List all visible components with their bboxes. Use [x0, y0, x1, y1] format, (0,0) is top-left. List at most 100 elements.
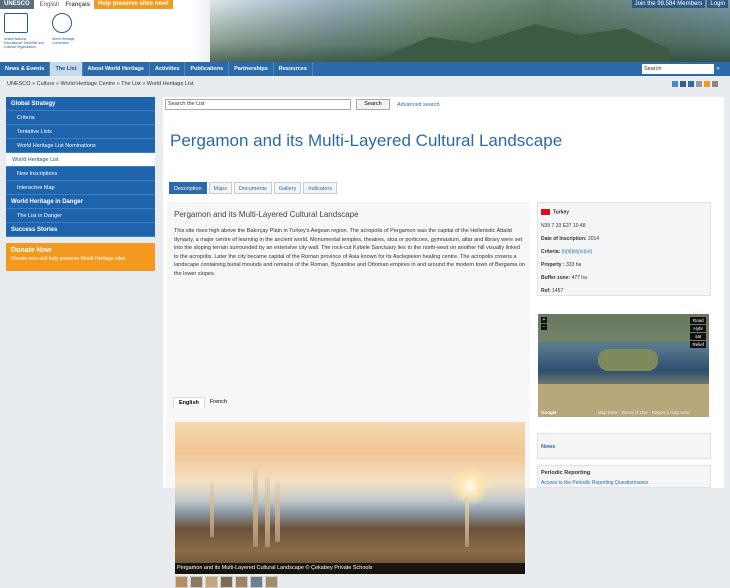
tab-maps[interactable]: Maps: [208, 182, 232, 194]
thumbnail[interactable]: [250, 576, 263, 588]
site-search-button[interactable]: »: [714, 64, 722, 74]
periodic-reporting-box: Periodic Reporting Access to the Periodi…: [537, 465, 711, 488]
main-navigation: News & Events The List About World Herit…: [0, 62, 730, 76]
location-map[interactable]: + − Road Hybr sat Relief Google Map Data…: [538, 314, 709, 417]
search-list-input[interactable]: Search the List: [165, 99, 351, 110]
page-title: Pergamon and its Multi-Layered Cultural …: [170, 131, 563, 150]
sidebar-item-list-in-danger[interactable]: The List in Danger: [6, 209, 155, 223]
logo-text-whc: World Heritage Convention: [52, 37, 75, 45]
description-title: Pergamon and its Multi-Layered Cultural …: [174, 210, 359, 219]
language-tabs: English French: [173, 397, 232, 408]
donate-title: Donate Now: [11, 247, 52, 254]
zoom-out-icon[interactable]: −: [541, 324, 547, 330]
breadcrumb[interactable]: UNESCO » Culture » World Heritage Centre…: [7, 81, 193, 87]
twitter-icon[interactable]: [672, 81, 678, 87]
donate-box[interactable]: Donate Now Donate now and help preserve …: [6, 243, 155, 271]
map-report-link[interactable]: Report a map error: [652, 410, 690, 415]
date-value: 2014: [587, 236, 600, 242]
sidebar-item-interactive-map[interactable]: Interactive Map: [6, 181, 155, 195]
language-english[interactable]: English: [40, 2, 60, 8]
sidebar-item-nominations[interactable]: World Heritage List Nominations: [6, 139, 155, 153]
sidebar-section-in-danger[interactable]: World Heritage in Danger: [6, 195, 155, 209]
thumbnail[interactable]: [220, 576, 233, 588]
map-footer: Google Map Data · Terms of Use · Report …: [541, 410, 690, 415]
nav-about[interactable]: About World Heritage: [83, 62, 150, 76]
top-utility-bar: UNESCO English Français Help preserve si…: [0, 0, 173, 9]
periodic-reporting-link[interactable]: Access to the Periodic Reporting Questio…: [541, 480, 707, 486]
site-search-input[interactable]: Search »: [642, 64, 722, 74]
unesco-dropdown[interactable]: UNESCO: [0, 0, 34, 9]
site-photo[interactable]: Pergamon and its Multi-Layered Cultural …: [175, 422, 525, 574]
map-land: [598, 349, 658, 371]
thumbnail[interactable]: [265, 576, 278, 588]
sidebar-section-global-strategy[interactable]: Global Strategy: [6, 97, 155, 111]
description-panel: Pergamon and its Multi-Layered Cultural …: [167, 202, 530, 588]
buffer-label: Buffer zone:: [541, 275, 571, 281]
thumbnail[interactable]: [190, 576, 203, 588]
search-list-button[interactable]: Search: [356, 99, 390, 110]
map-type-hybrid[interactable]: Hybr: [690, 325, 706, 332]
lang-tab-french[interactable]: French: [205, 397, 232, 408]
thumbnail[interactable]: [175, 576, 188, 588]
language-french[interactable]: Français: [65, 2, 90, 8]
sidebar-item-tentative-lists[interactable]: Tentative Lists: [6, 125, 155, 139]
join-link[interactable]: Join the 98,584 Members: [631, 0, 706, 8]
facebook-icon[interactable]: [680, 81, 686, 87]
nav-the-list[interactable]: The List: [50, 62, 83, 76]
nav-publications[interactable]: Publications: [185, 62, 230, 76]
linkedin-icon[interactable]: [688, 81, 694, 87]
nav-activities[interactable]: Activities: [150, 62, 186, 76]
map-type-controls: Road Hybr sat Relief: [690, 317, 706, 348]
email-icon[interactable]: [696, 81, 702, 87]
logo-text-unesco: United Nations Educational, Scientific a…: [4, 37, 44, 49]
tab-indicators[interactable]: Indicators: [303, 182, 338, 194]
photo-column: [210, 482, 214, 537]
advanced-search-link[interactable]: Advanced search: [397, 102, 440, 108]
site-search-placeholder: Search: [644, 66, 662, 72]
tab-description[interactable]: Description: [169, 182, 207, 194]
nav-resources[interactable]: Resources: [274, 62, 313, 76]
tab-gallery[interactable]: Gallery: [273, 182, 302, 194]
help-preserve-button[interactable]: Help preserve sites now!: [94, 0, 173, 9]
thumbnail[interactable]: [235, 576, 248, 588]
map-land: [538, 314, 709, 342]
temple-icon: [4, 13, 28, 33]
nav-partnerships[interactable]: Partnerships: [229, 62, 274, 76]
country-row: Turkey: [541, 209, 569, 215]
property-info-box: Turkey N39 7 33 E27 10 48 Date of Inscri…: [537, 202, 711, 296]
sidebar-menu: Global Strategy Criteria Tentative Lists…: [6, 97, 155, 237]
map-terms-link[interactable]: Terms of Use: [621, 410, 648, 415]
share-icons: [672, 81, 718, 87]
rss-icon[interactable]: [704, 81, 710, 87]
map-type-satellite[interactable]: sat: [690, 333, 706, 340]
donate-subtitle: Donate now and help preserve World Herit…: [11, 256, 126, 262]
property-label: Property :: [541, 262, 565, 268]
print-icon[interactable]: [712, 81, 718, 87]
date-label: Date of Inscription:: [541, 236, 587, 242]
thumbnail[interactable]: [205, 576, 218, 588]
news-title[interactable]: News: [541, 444, 555, 450]
country-name[interactable]: Turkey: [553, 209, 569, 215]
ref-row: Ref: 1457: [541, 288, 563, 294]
sidebar-section-success-stories[interactable]: Success Stories: [6, 223, 155, 237]
sidebar: Global Strategy Criteria Tentative Lists…: [6, 97, 155, 271]
sidebar-item-new-inscriptions[interactable]: New Inscriptions: [6, 167, 155, 181]
criteria-row: Criteria: (i)(ii)(iii)(iv)(vi): [541, 249, 592, 255]
unesco-logo[interactable]: United Nations Educational, Scientific a…: [4, 13, 86, 57]
map-type-road[interactable]: Road: [690, 317, 706, 324]
photo-sun: [450, 466, 490, 506]
world-heritage-emblem-icon: [52, 13, 72, 33]
criteria-value[interactable]: (i)(ii)(iii)(iv)(vi): [562, 249, 593, 255]
news-box: News: [537, 433, 711, 459]
sidebar-item-criteria[interactable]: Criteria: [6, 111, 155, 125]
buffer-row: Buffer zone: 477 ha: [541, 275, 587, 281]
zoom-in-icon[interactable]: +: [541, 317, 547, 323]
sidebar-section-world-heritage-list[interactable]: World Heritage List: [6, 153, 155, 167]
tab-documents[interactable]: Documents: [233, 182, 272, 194]
top-banner: UNESCO English Français Help preserve si…: [0, 0, 730, 62]
nav-news-events[interactable]: News & Events: [0, 62, 51, 76]
login-link[interactable]: Login: [707, 0, 728, 8]
map-type-relief[interactable]: Relief: [690, 341, 706, 348]
photo-column: [275, 482, 280, 542]
lang-tab-english[interactable]: English: [173, 397, 205, 408]
